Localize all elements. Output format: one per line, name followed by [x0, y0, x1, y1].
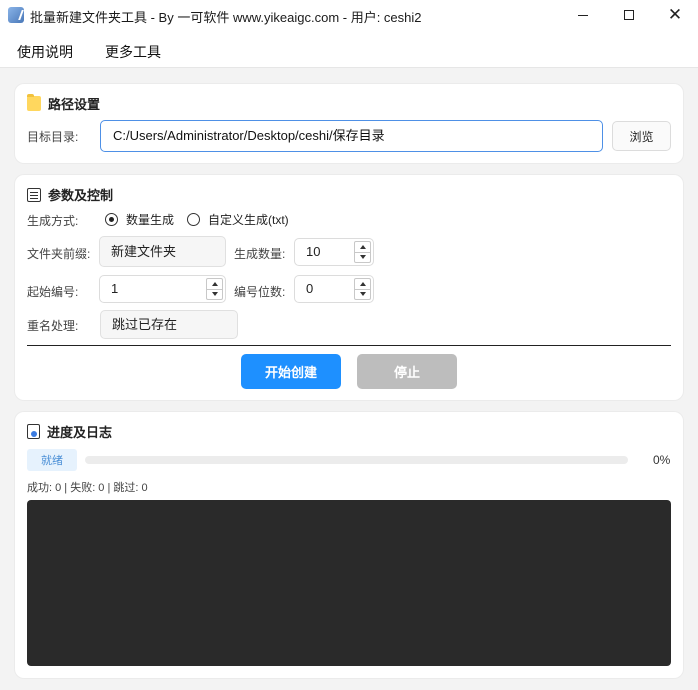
start-number-increment-button[interactable]: [206, 278, 223, 289]
mode-radio-custom[interactable]: 自定义生成(txt): [187, 211, 289, 228]
arrow-up-icon: [359, 244, 366, 249]
start-number-label: 起始编号:: [27, 285, 79, 299]
params-header: 参数及控制: [27, 185, 113, 204]
digits-stepper[interactable]: 0: [294, 275, 374, 303]
divider: [27, 345, 671, 346]
start-number-stepper[interactable]: 1: [99, 275, 226, 303]
mode-radio-count[interactable]: 数量生成: [105, 211, 174, 228]
progress-log-title: 进度及日志: [47, 425, 113, 440]
log-document-icon: [27, 424, 40, 439]
params-card: 参数及控制 生成方式: 数量生成 自定义生成(txt) 文件夹前缀: 新建文件夹…: [15, 175, 683, 400]
count-increment-button[interactable]: [354, 241, 371, 252]
menu-more-tools[interactable]: 更多工具: [105, 42, 161, 62]
rename-label: 重名处理:: [27, 319, 79, 333]
mode-radio-custom-label: 自定义生成(txt): [208, 213, 289, 227]
digits-value: 0: [306, 281, 314, 296]
path-settings-card: 路径设置 目标目录: C:/Users/Administrator/Deskto…: [15, 84, 683, 163]
arrow-up-icon: [211, 281, 218, 286]
path-settings-title: 路径设置: [48, 97, 101, 112]
close-button[interactable]: ✕: [652, 0, 698, 30]
prefix-input[interactable]: 新建文件夹: [99, 236, 226, 267]
count-stepper-buttons: [354, 241, 371, 263]
start-number-decrement-button[interactable]: [206, 288, 223, 300]
folder-icon: [27, 94, 41, 111]
count-stepper[interactable]: 10: [294, 238, 374, 266]
params-title: 参数及控制: [48, 188, 114, 203]
arrow-down-icon: [359, 255, 366, 260]
progress-bar: [85, 456, 628, 464]
list-icon: [27, 187, 41, 202]
stop-button[interactable]: 停止: [357, 354, 457, 389]
path-settings-header: 路径设置: [27, 94, 100, 113]
start-number-stepper-buttons: [206, 278, 223, 300]
close-icon: ✕: [667, 4, 683, 25]
target-dir-input[interactable]: C:/Users/Administrator/Desktop/ceshi/保存目…: [100, 120, 603, 152]
count-label: 生成数量:: [234, 247, 286, 261]
status-badge: 就绪: [27, 449, 77, 471]
arrow-down-icon: [359, 292, 366, 297]
maximize-button[interactable]: [606, 0, 652, 30]
log-output[interactable]: [27, 500, 671, 666]
menu-help[interactable]: 使用说明: [17, 42, 73, 62]
minimize-icon: [578, 14, 588, 16]
start-button[interactable]: 开始创建: [241, 354, 341, 389]
mode-radio-count-label: 数量生成: [126, 213, 175, 227]
result-counts: 成功: 0 | 失败: 0 | 跳过: 0: [27, 482, 148, 494]
radio-checked-icon: [105, 213, 118, 226]
prefix-label: 文件夹前缀:: [27, 247, 91, 261]
arrow-up-icon: [359, 281, 366, 286]
count-decrement-button[interactable]: [354, 251, 371, 263]
digits-decrement-button[interactable]: [354, 288, 371, 300]
app-icon: [8, 7, 24, 23]
target-dir-label: 目标目录:: [27, 130, 79, 144]
title-bar: 批量新建文件夹工具 - By 一可软件 www.yikeaigc.com - 用…: [0, 0, 698, 30]
progress-log-card: 进度及日志 就绪 0% 成功: 0 | 失败: 0 | 跳过: 0: [15, 412, 683, 678]
minimize-button[interactable]: [560, 0, 606, 30]
window-title: 批量新建文件夹工具 - By 一可软件 www.yikeaigc.com - 用…: [30, 10, 422, 25]
arrow-down-icon: [211, 292, 218, 297]
progress-percent: 0%: [653, 453, 671, 467]
start-number-value: 1: [111, 281, 119, 296]
maximize-icon: [624, 10, 634, 20]
browse-button[interactable]: 浏览: [612, 121, 671, 151]
menu-bar: 使用说明 更多工具: [0, 30, 698, 68]
rename-select[interactable]: 跳过已存在: [100, 310, 238, 339]
digits-increment-button[interactable]: [354, 278, 371, 289]
count-value: 10: [306, 244, 321, 259]
mode-label: 生成方式:: [27, 214, 79, 228]
radio-unchecked-icon: [187, 213, 200, 226]
digits-stepper-buttons: [354, 278, 371, 300]
digits-label: 编号位数:: [234, 285, 286, 299]
progress-log-header: 进度及日志: [27, 422, 112, 441]
